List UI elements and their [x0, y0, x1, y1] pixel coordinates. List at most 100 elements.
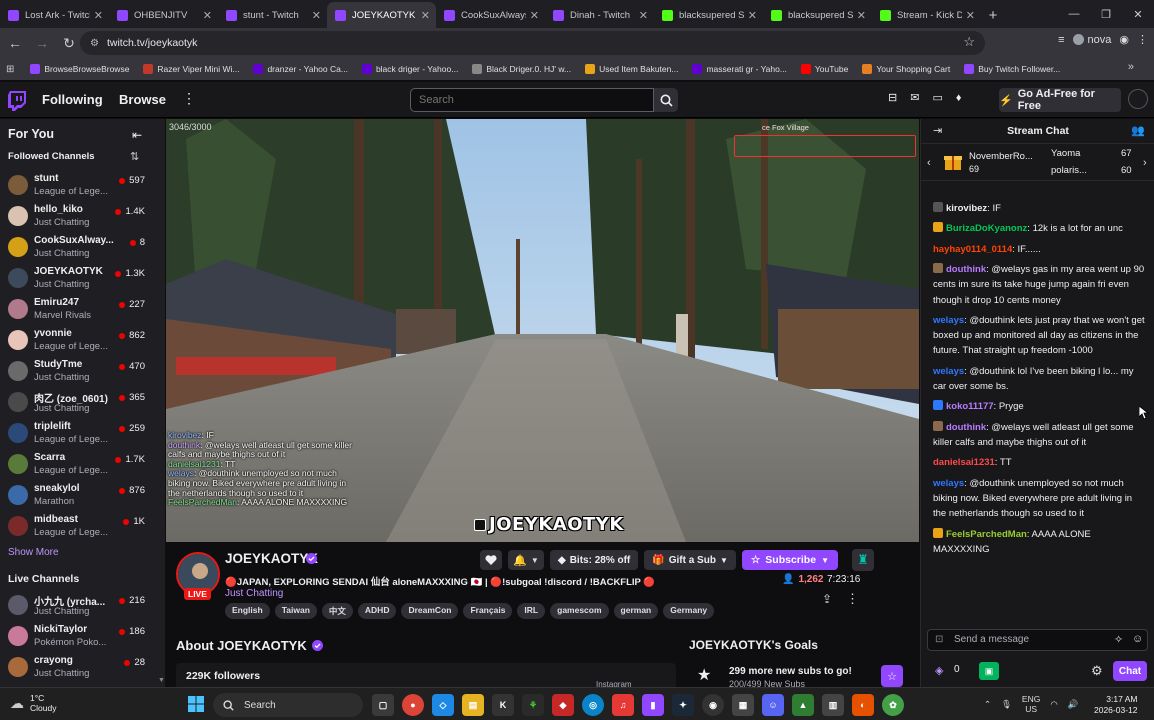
stream-tag[interactable]: 中文 [321, 603, 353, 619]
chat-points-icon[interactable]: ⊡ [935, 634, 943, 645]
browser-tab[interactable]: Dinah - Twitch ✕ [545, 2, 654, 28]
reload-icon[interactable]: ↻ [57, 31, 81, 55]
sort-icon[interactable]: ⇅ [130, 150, 139, 163]
discord-icon[interactable]: ☺ [762, 694, 784, 716]
bookmark-item[interactable]: YouTube [800, 64, 848, 74]
drops-icon[interactable]: ⊟ [888, 91, 897, 104]
close-tab-icon[interactable]: ✕ [203, 9, 212, 22]
profile-button[interactable]: nova [1072, 34, 1111, 46]
twitch-logo-icon[interactable] [8, 91, 26, 111]
browser-tab[interactable]: OHBENJITV ✕ [109, 2, 218, 28]
sidebar-channel[interactable]: StudyTme Just Chatting 470 [0, 356, 165, 387]
notifications-button[interactable]: 🔔 ▼ [508, 550, 544, 570]
volume-icon[interactable]: 🔊 [1068, 699, 1079, 710]
app-icon[interactable]: ▥ [822, 694, 844, 716]
emote-icon[interactable]: ☺ [1132, 633, 1143, 645]
bits-button[interactable]: ◆ Bits: 28% off [550, 550, 639, 570]
chat-username[interactable]: welays [933, 366, 964, 377]
bookmark-item[interactable]: Black Driger.0. HJ' w... [472, 64, 571, 74]
stream-tag[interactable]: Germany [663, 603, 715, 619]
bookmark-star-icon[interactable]: ☆ [963, 34, 975, 50]
taskbar-search[interactable]: Search [213, 693, 363, 717]
mic-icon[interactable]: 🎙 [1001, 699, 1012, 710]
bookmark-item[interactable]: Buy Twitch Follower... [964, 64, 1060, 74]
stream-tag[interactable]: English [225, 603, 270, 619]
channel-points-icon[interactable]: ◈ [935, 664, 943, 677]
wifi-icon[interactable]: ◠ [1050, 699, 1057, 710]
apps-grid-icon[interactable]: ⊞ [6, 64, 14, 75]
gear-icon[interactable]: ⚙ [1091, 663, 1103, 679]
obs-icon[interactable]: ◉ [702, 694, 724, 716]
browser-tab[interactable]: blacksupered St ✕ [763, 2, 872, 28]
reading-list-icon[interactable]: ≡ [1058, 34, 1064, 46]
streamer-name[interactable]: JOEYKAOTYK [225, 551, 318, 566]
prediction-icon[interactable]: ▣ [979, 662, 999, 680]
tray-expand-icon[interactable]: ⌃ [984, 699, 991, 710]
prime-crown-icon[interactable]: ♦ [956, 92, 962, 104]
follow-heart-button[interactable] [480, 550, 502, 570]
subscribe-button[interactable]: ☆ Subscribe ▼ [741, 550, 838, 570]
sidebar-channel[interactable]: stunt League of Lege... 597 [0, 170, 165, 201]
goal-subscribe-button[interactable]: ☆ [881, 665, 903, 687]
razer-icon[interactable]: ⚘ [522, 694, 544, 716]
browser-tab[interactable]: Stream - Kick Da ✕ [872, 2, 981, 28]
browser-tab[interactable]: stunt - Twitch ✕ [218, 2, 327, 28]
stream-tag[interactable]: Français [463, 603, 513, 619]
chevron-left-icon[interactable]: ‹ [927, 157, 931, 169]
sidebar-channel[interactable]: triplelift League of Lege... 259 [0, 418, 165, 449]
sidebar-channel[interactable]: yvonnie League of Lege... 862 [0, 325, 165, 356]
back-icon[interactable]: ← [3, 31, 27, 55]
sidebar-channel[interactable]: crayong Just Chatting 28 [0, 652, 165, 683]
user-avatar[interactable] [1128, 89, 1148, 109]
show-more-link[interactable]: Show More [8, 547, 59, 558]
sidebar-scroll-arrow-icon[interactable]: ▼ [158, 677, 165, 684]
app-icon[interactable]: ▲ [792, 694, 814, 716]
ad-free-button[interactable]: ⚡ Go Ad-Free for Free [999, 88, 1121, 112]
leader-name[interactable]: NovemberRo... [969, 151, 1033, 162]
browser-tab[interactable]: JOEYKAOTYK ✕ [327, 2, 436, 28]
sidebar-channel[interactable]: hello_kiko Just Chatting 1.4K [0, 201, 165, 232]
restore-icon[interactable]: ❐ [1090, 0, 1122, 28]
video-player[interactable]: 3046/3000 ce Fox Village kirovibez: IF do… [166, 119, 919, 542]
leader-name[interactable]: Yaoma [1051, 148, 1080, 159]
app-icon[interactable]: ▦ [732, 694, 754, 716]
new-tab-icon[interactable]: + [981, 2, 1005, 28]
bookmark-item[interactable]: black driger - Yahoo... [361, 64, 458, 74]
sidebar-channel[interactable]: sneakylol Marathon 876 [0, 480, 165, 511]
vscode-icon[interactable]: ◇ [432, 694, 454, 716]
chat-send-button[interactable]: Chat [1113, 661, 1147, 681]
sidebar-channel[interactable]: CookSuxAlway... Just Chatting 8 [0, 232, 165, 263]
chat-username[interactable]: kirovibez [946, 203, 987, 214]
chat-username[interactable]: danielsai1231 [933, 457, 995, 468]
sidebar-channel[interactable]: 小九九 (yrcha... Just Chatting 216 [0, 590, 165, 621]
close-tab-icon[interactable]: ✕ [94, 9, 103, 22]
gift-sub-button[interactable]: 🎁 Gift a Sub ▼ [644, 550, 736, 570]
bookmarks-overflow-icon[interactable]: » [1128, 61, 1134, 73]
chat-username[interactable]: hayhay0114_0114 [933, 244, 1012, 255]
browser-tab[interactable]: Lost Ark - Twitch ✕ [0, 2, 109, 28]
chat-username[interactable]: douthink [946, 264, 986, 275]
bookmark-item[interactable]: BrowseBrowseBrowse [30, 64, 129, 74]
close-tab-icon[interactable]: ✕ [857, 9, 866, 22]
weather-widget[interactable]: ☁ 1°C Cloudy [10, 693, 56, 713]
sidebar-channel[interactable]: Emiru247 Marvel Rivals 227 [0, 294, 165, 325]
collapse-sidebar-icon[interactable]: ⇤ [132, 128, 142, 142]
music-icon[interactable]: ♫ [612, 694, 634, 716]
stream-tag[interactable]: gamescom [550, 603, 609, 619]
steam-icon[interactable]: ✦ [672, 694, 694, 716]
close-tab-icon[interactable]: ✕ [530, 9, 539, 22]
ai-sparkle-icon[interactable]: ✧ [1114, 633, 1123, 646]
bookmark-item[interactable]: Your Shopping Cart [862, 64, 950, 74]
more-options-icon[interactable]: ⋮ [846, 591, 859, 607]
sidebar-channel[interactable]: JOEYKAOTYK Just Chatting 1.3K [0, 263, 165, 294]
browser-tab[interactable]: blacksupered St ✕ [654, 2, 763, 28]
browser-menu-icon[interactable]: ⋮ [1137, 33, 1148, 46]
account-icon[interactable]: ◉ [1119, 33, 1129, 46]
sidebar-channel[interactable]: 肉乙 (zoe_0601) Just Chatting 365 [0, 387, 165, 418]
minimize-icon[interactable]: — [1058, 0, 1090, 28]
close-tab-icon[interactable]: ✕ [748, 9, 757, 22]
stream-tag[interactable]: DreamCon [401, 603, 459, 619]
nav-browse-link[interactable]: Browse [119, 92, 166, 107]
stream-tag[interactable]: german [613, 603, 659, 619]
close-tab-icon[interactable]: ✕ [421, 9, 430, 22]
